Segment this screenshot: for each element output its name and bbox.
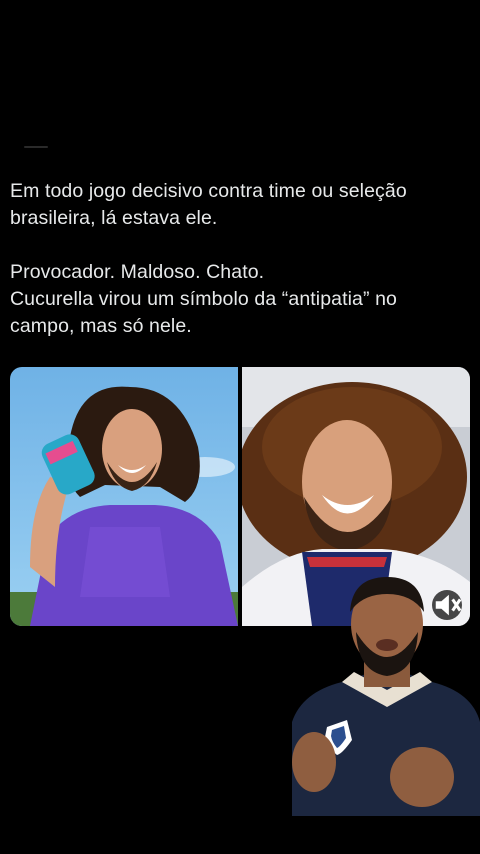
commentator-video-overlay [292, 572, 480, 816]
post-text: Em todo jogo decisivo contra time ou sel… [10, 178, 460, 340]
divider [24, 146, 48, 148]
player-drinking-photo[interactable] [10, 367, 238, 626]
post-paragraph-2: Provocador. Maldoso. Chato. Cucurella vi… [10, 261, 398, 337]
post-paragraph-1: Em todo jogo decisivo contra time ou sel… [10, 180, 407, 229]
